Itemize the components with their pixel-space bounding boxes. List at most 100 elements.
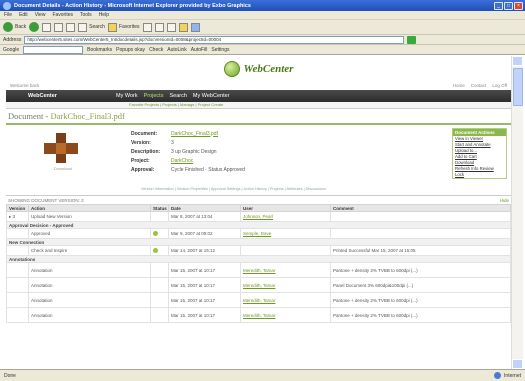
site-logo[interactable]: WebCenter bbox=[6, 57, 511, 81]
col-version[interactable]: Version bbox=[6, 204, 29, 212]
menu-edit[interactable]: Edit bbox=[19, 12, 28, 18]
scroll-up-arrow-icon[interactable] bbox=[512, 56, 523, 66]
hide-link[interactable]: Hide bbox=[500, 198, 509, 203]
cell-action: Annotation bbox=[28, 277, 151, 293]
approved-status-icon bbox=[153, 247, 158, 253]
col-status[interactable]: Status bbox=[150, 204, 169, 212]
cell-action: Check and Inspire bbox=[28, 245, 151, 256]
zone-label: Internet bbox=[504, 372, 521, 379]
sub-nav: Favorite Projects | Projects | Manage | … bbox=[6, 102, 511, 109]
maximize-button[interactable]: □ bbox=[504, 1, 513, 10]
refresh-icon[interactable] bbox=[54, 22, 64, 32]
bookmarks-button[interactable]: Bookmarks bbox=[87, 47, 112, 53]
messenger-icon[interactable] bbox=[190, 22, 200, 32]
table-header-row: Version Action Status Date User Comment bbox=[6, 204, 511, 212]
browser-icon bbox=[3, 1, 11, 10]
cell-user[interactable]: Semple, Dave bbox=[240, 228, 331, 239]
action-lock[interactable]: Lock bbox=[453, 172, 506, 178]
prop-value[interactable]: DarkChoc bbox=[171, 158, 193, 164]
window-title: Document Details - Action History - Micr… bbox=[14, 2, 251, 9]
cell-comment bbox=[330, 228, 511, 239]
tab-projects[interactable]: Projects bbox=[144, 93, 164, 99]
cell-user[interactable]: Meredith, Tamar bbox=[240, 262, 331, 278]
home-icon[interactable] bbox=[66, 22, 76, 32]
cell-user[interactable]: Johnson, Pearl bbox=[240, 211, 331, 222]
title-prefix: Document - bbox=[8, 111, 51, 121]
settings-button[interactable]: Settings bbox=[211, 47, 229, 53]
cell-version bbox=[6, 292, 29, 308]
page-content: WebCenter Welcome back Home Contact Log … bbox=[6, 57, 511, 369]
info-tabs[interactable]: Version Information | Version Properties… bbox=[141, 187, 326, 191]
autolink-button[interactable]: AutoLink bbox=[167, 47, 186, 53]
address-bar: Address http://webcenter5.sites.com/WebC… bbox=[0, 35, 525, 45]
stop-icon[interactable] bbox=[42, 22, 52, 32]
minimize-button[interactable]: _ bbox=[494, 1, 503, 10]
menu-help[interactable]: Help bbox=[99, 12, 109, 18]
cell-user[interactable]: Meredith, Tamar bbox=[240, 292, 331, 308]
page-title: Document - DarkChoc_Final3.pdf bbox=[8, 111, 125, 121]
check-button[interactable]: Check bbox=[149, 47, 163, 53]
menu-favorites[interactable]: Favorites bbox=[52, 12, 73, 18]
google-search-input[interactable] bbox=[23, 45, 84, 54]
autofill-button[interactable]: AutoFill bbox=[191, 47, 208, 53]
col-comment[interactable]: Comment bbox=[330, 204, 511, 212]
tab-search[interactable]: Search bbox=[169, 93, 186, 99]
menu-view[interactable]: View bbox=[35, 12, 46, 18]
go-button[interactable] bbox=[407, 35, 417, 44]
document-thumbnail[interactable] bbox=[44, 133, 78, 163]
cell-status bbox=[150, 228, 169, 239]
prop-project: Project: DarkChoc bbox=[131, 156, 245, 165]
folder-icon[interactable] bbox=[178, 22, 188, 32]
cell-comment: Printed Successful Mar 15, 2007 at 15:05 bbox=[330, 245, 511, 256]
welcome-text: Welcome back bbox=[10, 83, 40, 88]
col-user[interactable]: User bbox=[240, 204, 331, 212]
section-label: New Connection bbox=[6, 238, 511, 246]
scroll-down-arrow-icon[interactable] bbox=[512, 359, 523, 369]
forward-button[interactable] bbox=[29, 22, 40, 32]
cell-comment: Pantone + density 2% TVBB to 600dpi (...… bbox=[330, 262, 511, 278]
menu-bar: File Edit View Favorites Tools Help bbox=[0, 11, 525, 20]
cell-status bbox=[150, 307, 169, 323]
menu-file[interactable]: File bbox=[4, 12, 12, 18]
globe-icon bbox=[494, 372, 502, 379]
table-row: ▸ 3 Upload New Version Mar 8, 2007 at 13:0… bbox=[6, 211, 511, 222]
prop-label: Document: bbox=[131, 130, 158, 137]
search-button[interactable]: Search bbox=[78, 22, 105, 32]
scroll-thumb[interactable] bbox=[513, 68, 523, 106]
table-row: Annotation Mar 15, 2007 at 10:17 Meredith,… bbox=[6, 277, 511, 293]
menu-tools[interactable]: Tools bbox=[80, 12, 92, 18]
cell-date: Mar 9, 2007 at 09:02 bbox=[168, 228, 241, 239]
col-action[interactable]: Action bbox=[28, 204, 151, 212]
cell-action: Annotation bbox=[28, 262, 151, 278]
tab-my-webcenter[interactable]: My WebCenter bbox=[193, 93, 230, 99]
history-icon[interactable] bbox=[142, 22, 152, 32]
close-button[interactable]: × bbox=[514, 1, 523, 10]
cell-user[interactable]: Meredith, Tamar bbox=[240, 277, 331, 293]
home-link[interactable]: Home bbox=[453, 83, 465, 88]
star-icon bbox=[107, 22, 117, 32]
security-zone: Internet bbox=[494, 372, 521, 379]
contact-link[interactable]: Contact bbox=[471, 83, 487, 88]
cell-date: Mar 15, 2007 at 10:17 bbox=[168, 262, 241, 278]
mail-icon[interactable] bbox=[154, 22, 164, 32]
logoff-link[interactable]: Log Off bbox=[492, 83, 507, 88]
back-button[interactable]: Back bbox=[3, 22, 26, 32]
vertical-scrollbar[interactable] bbox=[511, 56, 523, 369]
cell-version bbox=[6, 262, 29, 278]
thumbnail-caption[interactable]: Download bbox=[54, 166, 72, 171]
window-title-bar: Document Details - Action History - Micr… bbox=[0, 0, 525, 11]
favorites-button[interactable]: Favorites bbox=[107, 22, 140, 32]
cell-user[interactable]: Meredith, Tamar bbox=[240, 307, 331, 323]
tab-my-work[interactable]: My Work bbox=[116, 93, 138, 99]
main-nav: WebCenter My Work Projects Search My Web… bbox=[6, 90, 511, 102]
address-input[interactable]: http://webcenter5.sites.com/WebCenter5_I… bbox=[24, 35, 405, 44]
prop-value: 3 bbox=[171, 139, 174, 146]
sub-nav-links[interactable]: Favorite Projects | Projects | Manage | … bbox=[129, 102, 223, 108]
popups-button[interactable]: Popups okay bbox=[116, 47, 145, 53]
search-icon bbox=[78, 22, 88, 32]
prop-label: Description: bbox=[131, 148, 161, 155]
print-icon[interactable] bbox=[166, 22, 176, 32]
table-row: Approved Mar 9, 2007 at 09:02 Semple, Dave bbox=[6, 228, 511, 239]
col-date[interactable]: Date bbox=[168, 204, 241, 212]
prop-value[interactable]: DarkChoc_Final3.pdf bbox=[171, 131, 218, 137]
